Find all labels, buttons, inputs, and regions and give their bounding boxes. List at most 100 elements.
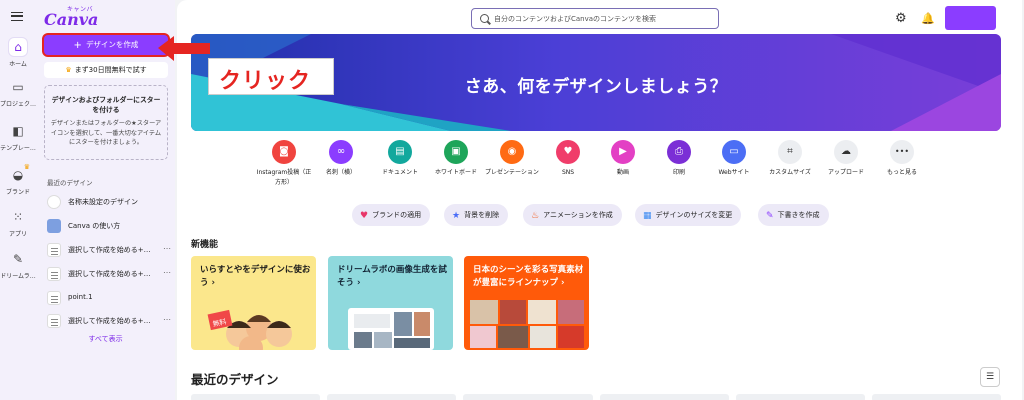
design-card-placeholder[interactable]: [599, 394, 729, 400]
quick-action-more[interactable]: ••• もっと見る: [874, 140, 930, 178]
design-card-placeholder[interactable]: [463, 394, 593, 400]
recent-design-item[interactable]: 名称未設定のデザイン: [47, 194, 171, 210]
quick-action-instagram[interactable]: ◙ Instagram投稿（正方形）: [256, 140, 312, 188]
rail-label: アプリ: [8, 231, 27, 238]
feature-card-japan-photos[interactable]: 日本のシーンを彩る写真素材が豊富にラインナップ ›: [464, 256, 589, 350]
plus-icon: +: [73, 40, 82, 51]
rail-item-dream-lab[interactable]: ✎ ドリームラ…: [0, 250, 36, 280]
quick-action-website[interactable]: ▭ Webサイト: [706, 140, 762, 178]
crown-icon: ♛: [23, 163, 30, 171]
canva-logo[interactable]: キャンバ Canva: [44, 3, 104, 31]
heart-icon: ♥: [360, 211, 369, 221]
chip-apply-brand[interactable]: ♥ ブランドの適用: [352, 204, 431, 226]
more-icon: •••: [890, 140, 914, 164]
instagram-icon: ◙: [272, 140, 296, 164]
quick-action-label: カスタムサイズ: [769, 169, 811, 176]
chip-label: 背景を削除: [464, 211, 500, 219]
rail-label: テンプレー…: [0, 145, 36, 152]
recent-design-label: 選択して作成を始める+…: [68, 246, 151, 254]
quick-action-upload[interactable]: ☁ アップロード: [818, 140, 874, 178]
animation-icon: ♨: [531, 211, 540, 221]
chip-resize-design[interactable]: ▦ デザインのサイズを変更: [635, 204, 742, 226]
free-trial-button[interactable]: ♛ まず30日間無料で試す: [44, 62, 168, 78]
search-input[interactable]: [494, 9, 714, 28]
quick-action-sns[interactable]: ♥ SNS: [540, 140, 596, 178]
recent-design-item[interactable]: point.1: [47, 290, 171, 306]
quick-action-label: 名刺（横）: [325, 169, 356, 176]
search-box[interactable]: [471, 8, 719, 29]
rail-label: ドリームラ…: [0, 273, 36, 280]
chip-label: ブランドの適用: [372, 211, 422, 219]
more-options-icon[interactable]: ⋯: [163, 244, 171, 253]
recent-designs-row: [191, 394, 1002, 400]
design-card-placeholder[interactable]: [871, 394, 1002, 400]
pencil-icon: ✎: [766, 211, 774, 221]
quick-action-custom-size[interactable]: ⌗ カスタムサイズ: [762, 140, 818, 178]
recent-design-item[interactable]: Canva の使い方: [47, 218, 171, 234]
design-thumbnail: [47, 219, 61, 233]
recent-design-label: point.1: [68, 293, 93, 301]
quick-action-presentation[interactable]: ◉ プレゼンテーション: [484, 140, 540, 178]
quick-action-document[interactable]: ▤ ドキュメント: [372, 140, 428, 178]
recent-design-item[interactable]: 選択して作成を始める+… ⋯: [47, 313, 171, 329]
template-icon: ◧: [12, 124, 24, 138]
design-card-placeholder[interactable]: [735, 394, 865, 400]
chip-create-animation[interactable]: ♨ アニメーションを作成: [523, 204, 622, 226]
crown-icon: ♛: [65, 66, 72, 74]
japan-photos-collage: [470, 300, 584, 348]
recent-design-item[interactable]: 選択して作成を始める+… ⋯: [47, 242, 171, 258]
nav-rail: ⌂ ホーム ▭ プロジェク… ◧ テンプレー… ♛ ◒ ブランド ⁙ アプリ ✎…: [0, 0, 36, 400]
more-options-icon[interactable]: ⋯: [163, 315, 171, 324]
star-tip-box: デザインおよびフォルダーにスターを付ける デザインまたはフォルダーの★スターアイ…: [44, 85, 168, 160]
sidebar: キャンバ Canva + デザインを作成 ♛ まず30日間無料で試す デザインおよび…: [36, 0, 175, 400]
rail-item-brand[interactable]: ♛ ◒ ブランド: [0, 163, 36, 196]
quick-action-label: Webサイト: [718, 169, 750, 176]
quick-action-print[interactable]: ⎙ 印刷: [651, 140, 707, 178]
apps-icon: ⁙: [12, 210, 24, 224]
chip-remove-background[interactable]: ★ 背景を削除: [444, 204, 509, 226]
quick-action-business-card[interactable]: ∞ 名刺（横）: [313, 140, 369, 178]
feature-card-irasutoya[interactable]: いらすとやをデザインに使おう › 無料: [191, 256, 316, 350]
design-card-placeholder[interactable]: [327, 394, 457, 400]
recent-design-label: 名称未設定のデザイン: [68, 198, 138, 206]
see-all-link[interactable]: すべて表示: [36, 334, 175, 344]
more-options-icon[interactable]: ⋯: [163, 268, 171, 277]
rail-item-apps[interactable]: ⁙ アプリ: [0, 208, 36, 238]
feature-card-dream-lab[interactable]: ドリームラボの画像生成を試そう ›: [328, 256, 453, 350]
quick-action-label: ホワイトボード: [434, 169, 477, 176]
rail-item-templates[interactable]: ◧ テンプレー…: [0, 122, 36, 152]
business-card-icon: ∞: [329, 140, 353, 164]
irasutoya-illustration: 無料: [207, 309, 292, 350]
quick-action-label: プレゼンテーション: [485, 169, 539, 176]
create-design-label: デザインを作成: [85, 40, 139, 49]
quick-action-label: 動画: [616, 169, 629, 176]
design-card-placeholder[interactable]: [191, 394, 321, 400]
account-button[interactable]: [945, 6, 996, 30]
chip-label: 下書きを作成: [777, 211, 820, 219]
recent-design-label: 選択して作成を始める+…: [68, 270, 151, 278]
list-view-icon[interactable]: ☰: [980, 367, 1000, 387]
rail-label: ブランド: [5, 189, 30, 196]
rail-item-home[interactable]: ⌂ ホーム: [0, 38, 36, 68]
chip-create-draft[interactable]: ✎ 下書きを作成: [758, 204, 829, 226]
rail-item-projects[interactable]: ▭ プロジェク…: [0, 78, 36, 108]
quick-action-label: ドキュメント: [381, 169, 418, 176]
create-design-button[interactable]: + デザインを作成: [44, 35, 168, 55]
gear-icon[interactable]: ⚙: [895, 12, 907, 25]
chip-label: アニメーションを作成: [543, 211, 613, 219]
recent-design-label: 選択して作成を始める+…: [68, 317, 151, 325]
new-features-title: 新機能: [191, 240, 219, 250]
free-trial-label: まず30日間無料で試す: [74, 66, 147, 74]
print-icon: ⎙: [667, 140, 691, 164]
design-thumbnail: [47, 243, 61, 257]
home-icon: ⌂: [9, 38, 27, 56]
bell-icon[interactable]: 🔔: [921, 12, 935, 25]
chip-label: デザインのサイズを変更: [655, 211, 733, 219]
hamburger-menu-icon[interactable]: [11, 12, 23, 21]
quick-action-whiteboard[interactable]: ▣ ホワイトボード: [428, 140, 484, 178]
quick-action-label: 印刷: [672, 169, 685, 176]
quick-action-video[interactable]: ▶ 動画: [595, 140, 651, 178]
resize-icon: ▦: [643, 211, 652, 221]
recent-design-item[interactable]: 選択して作成を始める+… ⋯: [47, 266, 171, 282]
rail-label: プロジェク…: [0, 101, 36, 108]
